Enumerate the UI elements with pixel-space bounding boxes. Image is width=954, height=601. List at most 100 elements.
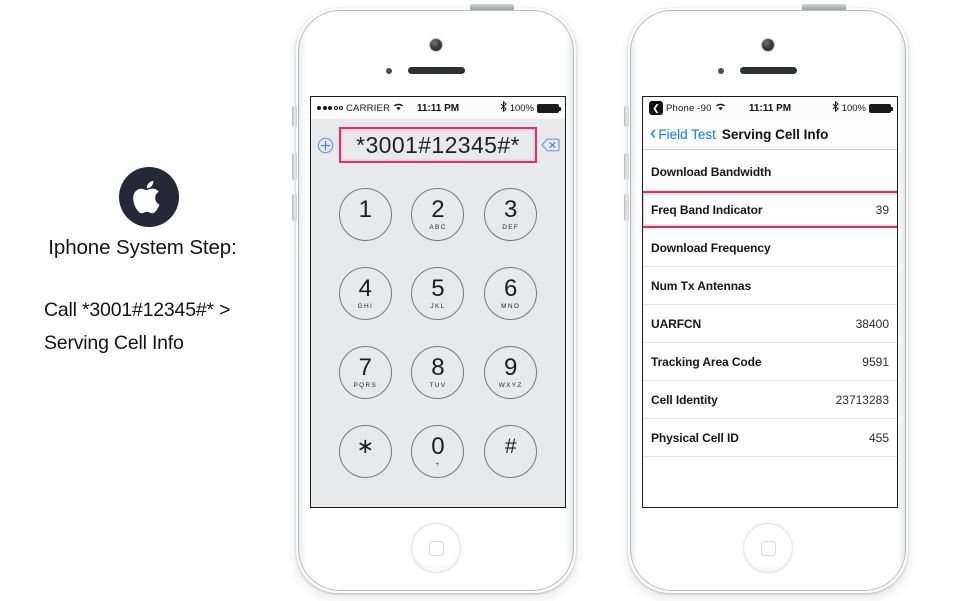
table-row[interactable]: Tracking Area Code 9591 <box>643 343 897 381</box>
dialpad-key-0[interactable]: 0 + <box>411 425 465 478</box>
row-value: 38400 <box>855 316 889 331</box>
key-letters: DEF <box>502 223 520 231</box>
navigation-bar: ‹ Field Test Serving Cell Info <box>643 119 897 150</box>
key-letters: PQRS <box>353 381 378 389</box>
key-digit: # <box>504 435 517 458</box>
dialpad-key-8[interactable]: 8 TUV <box>411 346 465 399</box>
status-bar-right: 100% <box>832 100 893 115</box>
status-bar-left: ❮ Phone -90 <box>649 101 726 115</box>
power-button[interactable] <box>470 4 514 10</box>
table-row-freq-band-indicator[interactable]: Freq Band Indicator 39 <box>643 191 897 229</box>
table-row[interactable]: Cell Identity 23713283 <box>643 381 897 419</box>
battery-percent-label: 100% <box>509 102 534 114</box>
dialpad-key-6[interactable]: 6 MNO <box>484 267 538 320</box>
fieldtest-screen: ❮ Phone -90 11:11 PM 100% ‹ Field Test S… <box>642 96 898 508</box>
iphone-fieldtest-device: ❮ Phone -90 11:11 PM 100% ‹ Field Test S… <box>620 4 916 593</box>
earpiece-speaker <box>740 67 797 74</box>
key-digit: 1 <box>358 195 372 223</box>
page-title: Iphone System Step: <box>48 236 237 259</box>
dialpad-key-5[interactable]: 5 JKL <box>411 267 465 320</box>
home-button[interactable] <box>411 523 461 573</box>
carrier-label: Phone -90 <box>666 102 712 114</box>
key-digit: 6 <box>503 274 518 302</box>
silent-switch[interactable] <box>624 106 629 127</box>
instruction-line-2: Serving Cell Info <box>44 332 184 354</box>
row-label: Physical Cell ID <box>651 430 739 445</box>
back-chevron-badge-icon[interactable]: ❮ <box>649 101 663 115</box>
row-label: UARFCN <box>651 316 702 331</box>
key-letters: ABC <box>429 223 447 231</box>
dialpad-key-4[interactable]: 4 GHI <box>338 267 392 320</box>
apple-logo-icon <box>119 167 179 227</box>
row-value: 23713283 <box>835 392 889 407</box>
volume-down-button[interactable] <box>624 194 629 221</box>
chevron-left-icon: ‹ <box>650 122 657 144</box>
volume-up-button[interactable] <box>292 153 297 180</box>
dialpad-key-hash[interactable]: # <box>484 425 538 478</box>
table-row[interactable]: Download Bandwidth <box>643 153 897 191</box>
status-bar-left: CARRIER <box>317 102 404 114</box>
dialpad-key-1[interactable]: 1 <box>338 188 392 241</box>
carrier-label: CARRIER <box>346 102 391 114</box>
table-row[interactable]: Num Tx Antennas <box>643 267 897 305</box>
wifi-icon <box>715 102 726 114</box>
back-button-label: Field Test <box>658 126 716 142</box>
row-value: 39 <box>875 202 889 217</box>
row-value: 455 <box>868 430 889 445</box>
home-button[interactable] <box>743 523 793 573</box>
key-letters: + <box>435 460 441 468</box>
dialpad-key-7[interactable]: 7 PQRS <box>338 346 392 399</box>
proximity-sensor-icon <box>718 68 724 74</box>
bluetooth-icon <box>832 100 839 115</box>
key-digit: 8 <box>431 353 445 381</box>
key-letters: MNO <box>501 302 521 310</box>
volume-up-button[interactable] <box>624 153 629 180</box>
dialpad-key-2[interactable]: 2 ABC <box>411 188 465 241</box>
table-row[interactable]: Download Frequency <box>643 229 897 267</box>
battery-icon <box>537 103 561 113</box>
status-bar: CARRIER 11:11 PM 100% <box>311 97 565 119</box>
row-label: Num Tx Antennas <box>651 278 752 293</box>
instruction-text: Call *3001#12345#* > Serving Cell Info <box>44 294 289 360</box>
key-digit: 7 <box>358 353 372 381</box>
proximity-sensor-icon <box>386 68 392 74</box>
row-label: Cell Identity <box>651 392 718 407</box>
status-bar: ❮ Phone -90 11:11 PM 100% <box>643 97 897 119</box>
dialpad[interactable]: 1 2 ABC 3 DEF 4 GHI 5 JKL 6 MNO 7 PQRS 8… <box>311 171 565 507</box>
backspace-delete-icon[interactable] <box>541 136 560 155</box>
row-label: Download Bandwidth <box>651 164 772 179</box>
screen-title: Serving Cell Info <box>721 126 829 142</box>
dial-number-field[interactable]: *3001#12345#* <box>339 127 537 163</box>
signal-strength-icon <box>317 106 343 110</box>
key-letters: WXYZ <box>498 381 523 389</box>
earpiece-speaker <box>408 67 465 74</box>
key-digit: 0 <box>431 432 445 460</box>
dialpad-key-star[interactable]: ∗ <box>338 425 392 478</box>
dialed-number-value: *3001#12345#* <box>356 131 520 158</box>
instruction-panel: Iphone System Step: Call *3001#12345#* >… <box>0 0 285 601</box>
volume-down-button[interactable] <box>292 194 297 221</box>
serving-cell-info-list: Download Bandwidth Freq Band Indicator 3… <box>643 150 897 507</box>
silent-switch[interactable] <box>292 106 297 127</box>
back-button[interactable]: ‹ Field Test <box>650 122 716 144</box>
key-letters: JKL <box>430 302 446 310</box>
power-button[interactable] <box>802 4 846 10</box>
key-digit: 2 <box>431 195 445 223</box>
dialpad-key-3[interactable]: 3 DEF <box>484 188 538 241</box>
home-button-glyph-icon <box>428 540 444 556</box>
wifi-icon <box>393 102 404 114</box>
key-digit: 4 <box>358 274 372 302</box>
list-empty-area <box>643 457 897 479</box>
bluetooth-icon <box>500 100 507 115</box>
row-label: Freq Band Indicator <box>651 202 763 217</box>
table-row[interactable]: Physical Cell ID 455 <box>643 419 897 457</box>
dialpad-key-9[interactable]: 9 WXYZ <box>484 346 538 399</box>
key-letters: GHI <box>357 302 374 310</box>
battery-percent-label: 100% <box>841 102 866 114</box>
table-row[interactable]: UARFCN 38400 <box>643 305 897 343</box>
status-bar-right: 100% <box>500 100 561 115</box>
iphone-dialer-device: CARRIER 11:11 PM 100% *3001#12345#* 1 2 … <box>288 4 584 593</box>
home-button-glyph-icon <box>760 540 776 556</box>
key-digit: ∗ <box>356 435 375 458</box>
circled-plus-icon[interactable] <box>316 136 335 155</box>
